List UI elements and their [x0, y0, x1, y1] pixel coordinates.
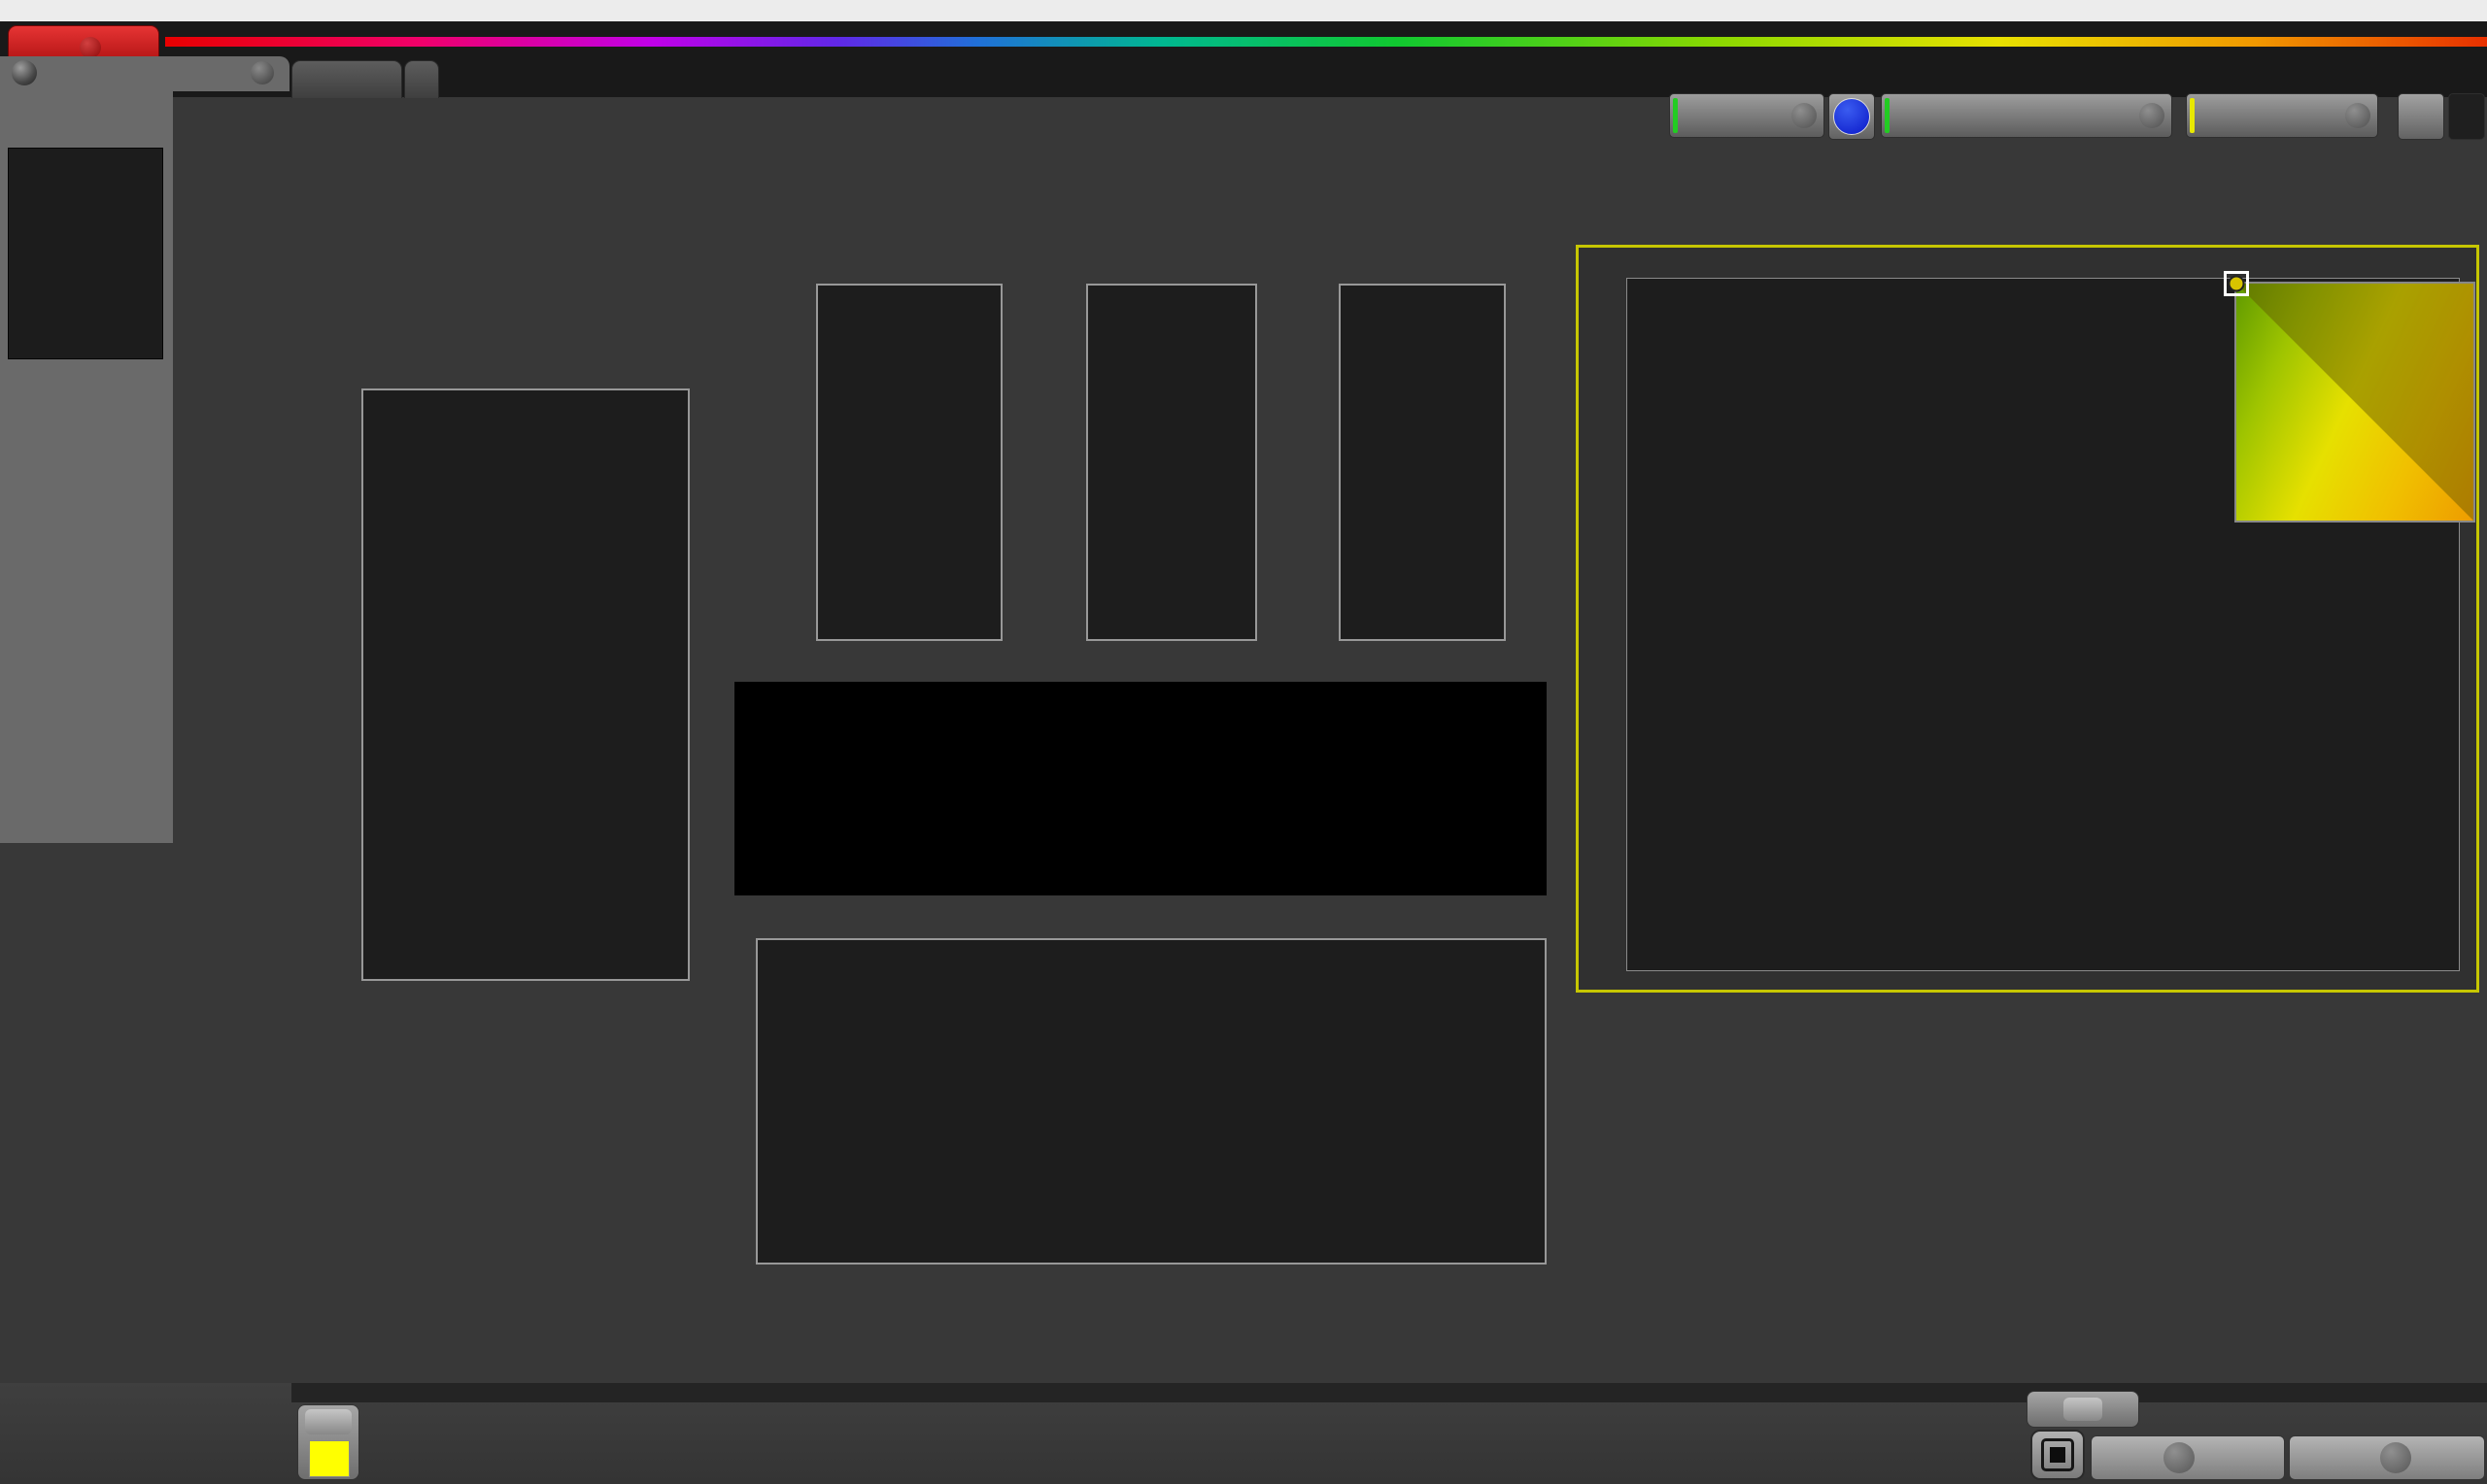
reading-count-badge	[1833, 98, 1870, 135]
delta-c-chart	[1086, 284, 1257, 641]
pattern-status-bar	[1885, 98, 1890, 133]
rainbow-gradient-bar	[165, 37, 2487, 47]
meter-status-bar	[1673, 98, 1678, 133]
cie-inset-gamut-edge	[2236, 284, 2473, 521]
next-button[interactable]	[2289, 1435, 2485, 1480]
expand-controls-button[interactable]	[2027, 1391, 2139, 1428]
chevron-up-icon	[2063, 1398, 2102, 1421]
rgb-balance-chart	[361, 388, 690, 981]
workflow-tree	[8, 148, 163, 359]
window-titlebar	[0, 0, 2487, 21]
display-window-icon	[2041, 1438, 2074, 1471]
deltae-2000-chart	[756, 938, 1547, 1265]
collapse-panel-button[interactable]	[2448, 93, 2485, 140]
calman-app-window	[0, 0, 2487, 1484]
display-status-bar	[2190, 98, 2195, 133]
chevron-down-icon	[2139, 103, 2164, 128]
chevron-down-icon	[80, 37, 101, 58]
current-patch-color	[309, 1440, 350, 1477]
delta-l-chart	[816, 284, 1003, 641]
tab-history-1[interactable]	[291, 60, 402, 98]
workflow-sidebar	[0, 91, 173, 843]
sidebar-collapse-button[interactable]	[251, 61, 274, 84]
bottom-toolbar-divider	[291, 1383, 2487, 1402]
cie-inset-measured-marker	[2228, 275, 2245, 292]
bottom-toolbar	[0, 1383, 2487, 1484]
display-window-button[interactable]	[2030, 1430, 2085, 1480]
meter-reading-button[interactable]	[1828, 93, 1875, 140]
swatch-comparison-panel	[734, 682, 1547, 895]
back-button[interactable]	[2091, 1435, 2285, 1480]
chevron-double-left-icon	[2163, 1442, 2195, 1473]
delta-h-chart	[1339, 284, 1506, 641]
chevron-down-icon	[2345, 103, 2370, 128]
settings-button[interactable]	[2398, 93, 2444, 140]
new-tab-button[interactable]	[404, 60, 439, 98]
chevron-double-right-icon	[2380, 1442, 2411, 1473]
pattern-generator-dropdown[interactable]	[1881, 93, 2172, 138]
workflow-menu-button[interactable]	[12, 60, 37, 85]
sidebar-header	[0, 56, 290, 91]
patch-options-panel	[297, 1404, 359, 1480]
chevron-down-icon	[1791, 103, 1817, 128]
cie-zoom-inset	[2224, 271, 2475, 523]
display-control-dropdown[interactable]	[2186, 93, 2378, 138]
expand-patches-button[interactable]	[305, 1409, 352, 1434]
meter-dropdown[interactable]	[1669, 93, 1824, 138]
